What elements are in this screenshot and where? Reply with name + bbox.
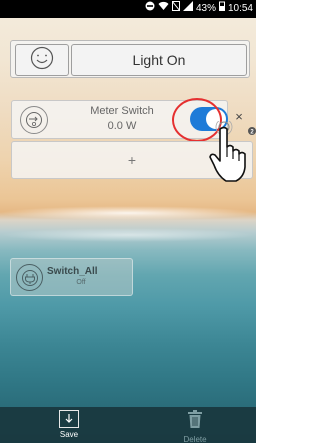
wifi-icon xyxy=(158,0,169,18)
no-sim-icon xyxy=(171,0,181,18)
status-bar: 43% 10:54 xyxy=(0,0,256,18)
signal-icon xyxy=(182,0,193,18)
meter-icon xyxy=(20,106,48,134)
do-not-disturb-icon xyxy=(145,0,155,18)
scene-icon-button[interactable] xyxy=(15,44,69,76)
app-screen: 43% 10:54 Light On Meter Switch 0.0 W × … xyxy=(0,0,256,443)
delete-button[interactable]: Delete xyxy=(176,410,214,443)
download-icon xyxy=(59,410,79,428)
battery-percent: 43% xyxy=(195,3,216,14)
group-state: Off xyxy=(76,279,86,286)
save-button[interactable]: Save xyxy=(50,410,88,443)
bottom-toolbar: Save Delete xyxy=(0,407,256,443)
wave-foam xyxy=(0,228,256,242)
device-name: Meter Switch xyxy=(90,105,154,117)
tap-hand-cursor-icon: 2 xyxy=(206,118,256,187)
group-card-switch-all[interactable]: Switch_All Off xyxy=(10,258,133,296)
wave-foam xyxy=(0,206,256,220)
plug-icon xyxy=(16,264,43,291)
group-name: Switch_All xyxy=(47,266,98,277)
scene-bar: Light On xyxy=(10,40,250,78)
light-on-button[interactable]: Light On xyxy=(71,44,247,76)
device-power-value: 0.0 W xyxy=(107,120,137,132)
battery-icon xyxy=(218,0,225,18)
trash-icon xyxy=(187,410,203,432)
clock: 10:54 xyxy=(227,3,253,14)
save-label: Save xyxy=(59,430,79,439)
smiley-face-icon xyxy=(30,46,54,75)
delete-label: Delete xyxy=(183,435,207,443)
